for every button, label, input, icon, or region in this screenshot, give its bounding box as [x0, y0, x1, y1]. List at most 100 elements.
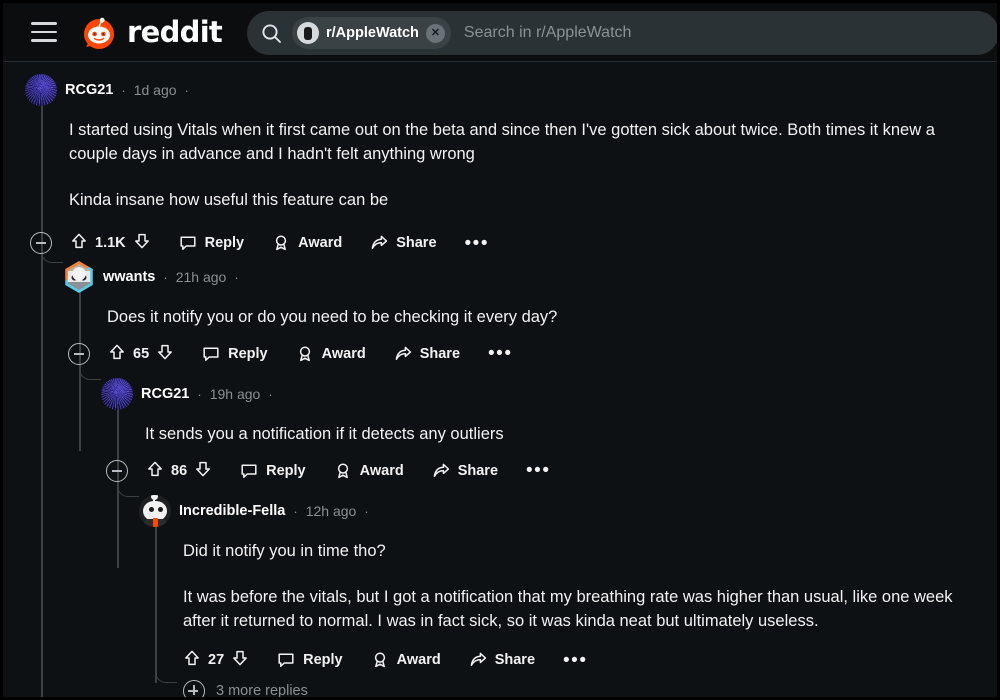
reddit-home-link[interactable]: reddit	[80, 13, 223, 51]
more-replies-link[interactable]: 3 more replies	[183, 674, 308, 699]
reply-label: Reply	[204, 235, 245, 252]
comment-paragraph: Did it notify you in time tho?	[183, 542, 386, 560]
separator-dot: ·	[268, 386, 273, 402]
vote-score: 86	[171, 463, 188, 480]
reply-label: Reply	[266, 463, 306, 480]
comment-paragraph: Does it notify you or do you need to be …	[107, 308, 558, 326]
comment-rcg21-root: RCG21 · 1d ago · I started using Vitals …	[25, 71, 985, 262]
comment-bubble-icon	[278, 653, 294, 668]
close-icon[interactable]: ✕	[425, 23, 445, 43]
award-label: Award	[359, 463, 404, 480]
share-arrow-icon	[470, 652, 486, 667]
share-button[interactable]: Share	[432, 462, 498, 480]
award-medal-icon	[337, 463, 348, 479]
plus-circle-icon[interactable]	[183, 680, 205, 697]
reddit-wordmark: reddit	[127, 14, 223, 49]
hamburger-bar	[31, 39, 57, 42]
reddit-comments-page: reddit r/AppleWatch ✕ Search in r/AppleW…	[0, 0, 1000, 700]
downvote-button[interactable]	[133, 232, 151, 255]
vote-group: 1.1K	[70, 232, 151, 255]
comment-bubble-icon	[241, 464, 257, 479]
snoo-eye-left	[149, 507, 154, 512]
comment-body: Does it notify you or do you need to be …	[107, 305, 983, 329]
comment-author[interactable]: RCG21	[141, 386, 189, 402]
share-label: Share	[494, 652, 536, 669]
hamburger-bar	[31, 22, 57, 25]
reply-button[interactable]: Reply	[179, 234, 245, 252]
upvote-button[interactable]	[183, 649, 201, 672]
reply-button[interactable]: Reply	[202, 345, 268, 363]
avatar[interactable]	[101, 378, 133, 410]
award-button[interactable]: Award	[272, 234, 342, 252]
vote-score: 1.1K	[95, 235, 126, 252]
top-navigation-bar: reddit r/AppleWatch ✕ Search in r/AppleW…	[3, 3, 997, 62]
comment-body: I started using Vitals when it first cam…	[69, 118, 969, 212]
award-button[interactable]: Award	[296, 345, 366, 363]
comment-header: Incredible-Fella · 12h ago ·	[139, 492, 989, 530]
share-arrow-icon	[433, 463, 449, 478]
comment-rcg21-reply: RCG21 · 19h ago · It sends you a notific…	[101, 375, 981, 490]
vote-group: 27	[183, 649, 249, 672]
downvote-button[interactable]	[231, 649, 249, 672]
comment-timestamp: 12h ago	[305, 503, 357, 519]
separator-dot: ·	[121, 82, 126, 98]
vote-score: 27	[208, 652, 225, 669]
comment-paragraph: It sends you a notification if it detect…	[145, 425, 504, 443]
overflow-menu-button[interactable]: •••	[526, 461, 550, 481]
downvote-button[interactable]	[194, 460, 212, 483]
search-input[interactable]: r/AppleWatch ✕ Search in r/AppleWatch	[247, 11, 997, 55]
collapse-comment-button[interactable]	[30, 232, 52, 255]
upvote-button[interactable]	[146, 460, 164, 483]
upvote-button[interactable]	[108, 343, 126, 366]
separator-dot: ·	[163, 269, 168, 285]
avatar[interactable]	[65, 261, 93, 293]
separator-dot: ·	[184, 82, 189, 98]
avatar[interactable]	[25, 74, 57, 106]
comment-body: It sends you a notification if it detect…	[145, 422, 981, 446]
share-arrow-icon	[371, 235, 388, 250]
separator-dot: ·	[197, 386, 202, 402]
hamburger-bar	[31, 30, 57, 34]
share-button[interactable]: Share	[394, 345, 460, 363]
comment-timestamp: 1d ago	[133, 82, 177, 98]
more-replies-label: 3 more replies	[216, 683, 308, 699]
search-placeholder-text: Search in r/AppleWatch	[463, 24, 632, 41]
vote-group: 86	[146, 460, 212, 483]
collapse-comment-button[interactable]	[68, 343, 90, 366]
overflow-menu-button[interactable]: •••	[488, 344, 512, 364]
applewatch-body	[304, 26, 312, 40]
overflow-menu-button[interactable]: •••	[465, 233, 489, 253]
snoo-tie	[153, 518, 158, 527]
comment-timestamp: 21h ago	[175, 269, 227, 285]
collapse-comment-button[interactable]	[106, 460, 128, 483]
comment-action-bar: 65 Reply Award Share •••	[68, 335, 983, 373]
reply-button[interactable]: Reply	[240, 462, 306, 480]
separator-dot: ·	[364, 503, 369, 519]
share-button[interactable]: Share	[469, 651, 535, 669]
vote-score: 65	[133, 346, 150, 363]
share-label: Share	[396, 235, 437, 252]
reply-button[interactable]: Reply	[277, 651, 343, 669]
award-button[interactable]: Award	[371, 651, 441, 669]
comment-author[interactable]: RCG21	[65, 82, 113, 98]
comment-author[interactable]: wwants	[103, 269, 155, 285]
hamburger-menu-icon[interactable]	[27, 15, 61, 49]
award-label: Award	[298, 235, 343, 252]
share-label: Share	[457, 463, 499, 480]
avatar[interactable]	[139, 495, 171, 527]
share-arrow-icon	[395, 346, 411, 361]
comment-action-bar: 1.1K Reply Award Share •••	[30, 224, 985, 262]
downvote-button[interactable]	[156, 343, 174, 366]
search-subreddit-filter-pill[interactable]: r/AppleWatch ✕	[292, 17, 451, 49]
share-button[interactable]: Share	[370, 234, 437, 252]
comment-wwants: wwants · 21h ago · Does it notify you or…	[63, 258, 983, 373]
comment-paragraph: Kinda insane how useful this feature can…	[69, 191, 389, 210]
comment-author[interactable]: Incredible-Fella	[179, 503, 285, 519]
applewatch-icon	[297, 22, 319, 44]
upvote-button[interactable]	[70, 232, 88, 255]
award-medal-icon	[299, 346, 310, 362]
award-medal-icon	[374, 652, 385, 668]
overflow-menu-button[interactable]: •••	[563, 650, 587, 670]
award-button[interactable]: Award	[334, 462, 404, 480]
comment-paragraph: It was before the vitals, but I got a no…	[183, 588, 953, 631]
